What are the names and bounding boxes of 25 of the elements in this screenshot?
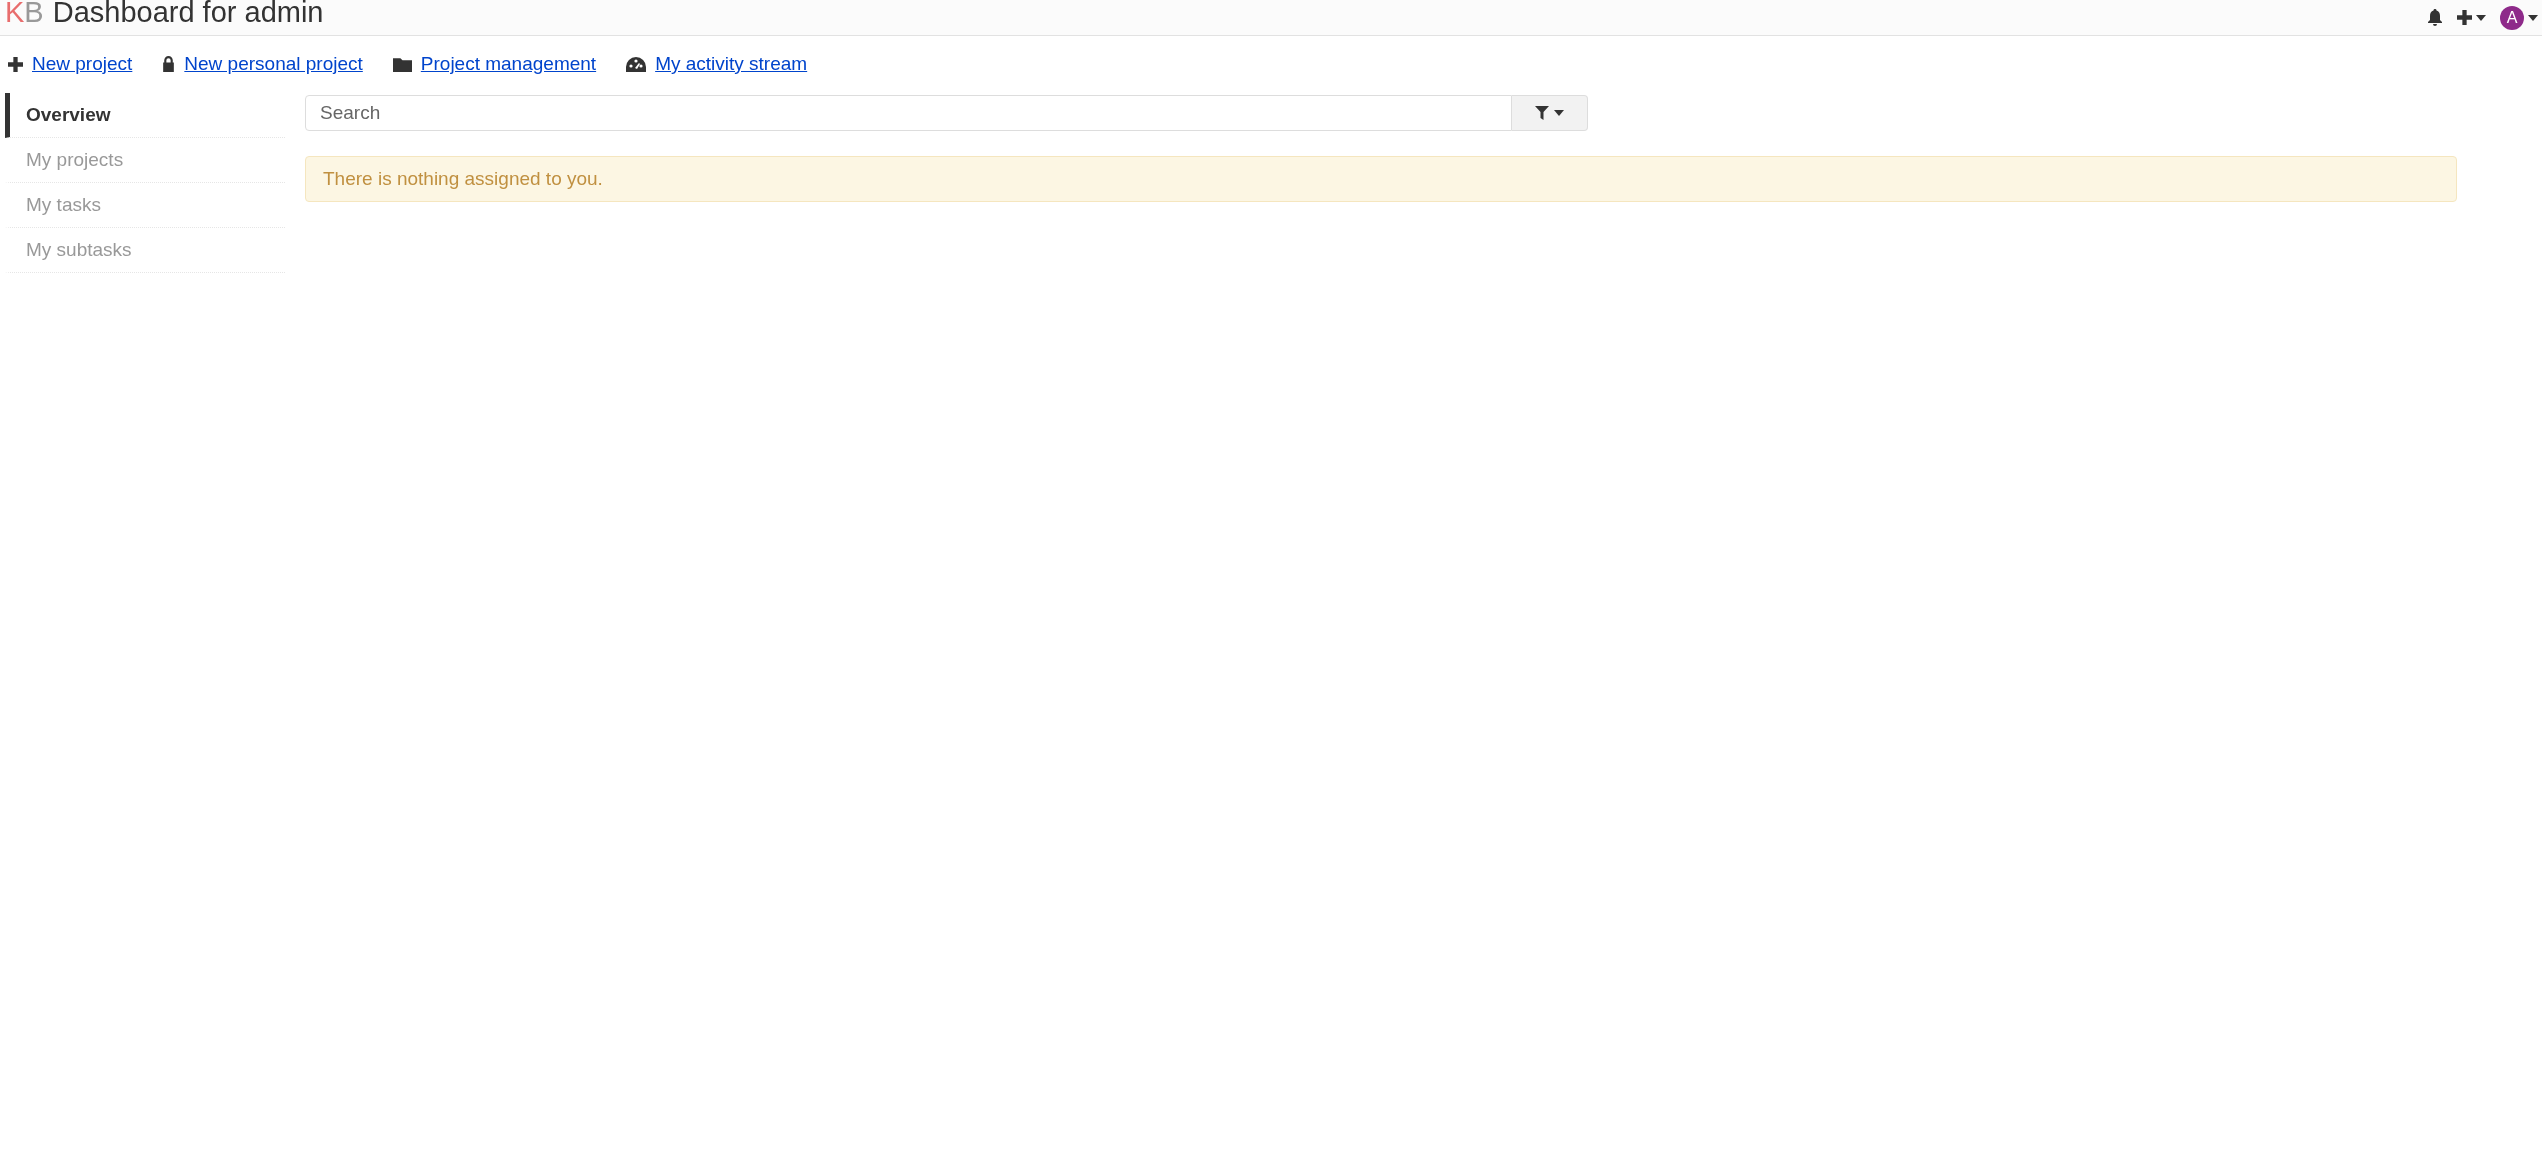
add-menu-button[interactable] <box>2457 10 2486 25</box>
search-field[interactable]: Search <box>305 95 1512 131</box>
caret-icon <box>2476 14 2486 21</box>
filter-icon <box>1535 106 1549 120</box>
caret-icon <box>2528 14 2538 21</box>
sidebar-item[interactable]: Overview <box>5 93 285 138</box>
action-link[interactable]: New personal project <box>184 53 363 75</box>
action-link[interactable]: Project management <box>420 53 597 75</box>
alert-message: There is nothing assigned to you. <box>323 168 603 190</box>
filter-button[interactable] <box>1512 95 1588 131</box>
folder-icon <box>392 56 412 72</box>
lock-icon <box>162 56 176 72</box>
action-link[interactable]: My activity stream <box>655 53 808 75</box>
notifications-button[interactable] <box>2427 9 2443 26</box>
plus-icon <box>2457 10 2472 25</box>
page-title: Dashboard for admin <box>52 0 324 25</box>
logo-letter: K <box>5 0 25 25</box>
user-menu-button[interactable]: A <box>2500 5 2538 30</box>
avatar: A <box>2500 5 2524 30</box>
action-link[interactable]: New project <box>32 53 133 75</box>
caret-icon <box>1554 110 1564 116</box>
plus-icon <box>8 56 23 72</box>
logo-letter: B <box>24 0 44 25</box>
gauge-icon <box>626 56 647 72</box>
bell-icon <box>2427 9 2443 26</box>
